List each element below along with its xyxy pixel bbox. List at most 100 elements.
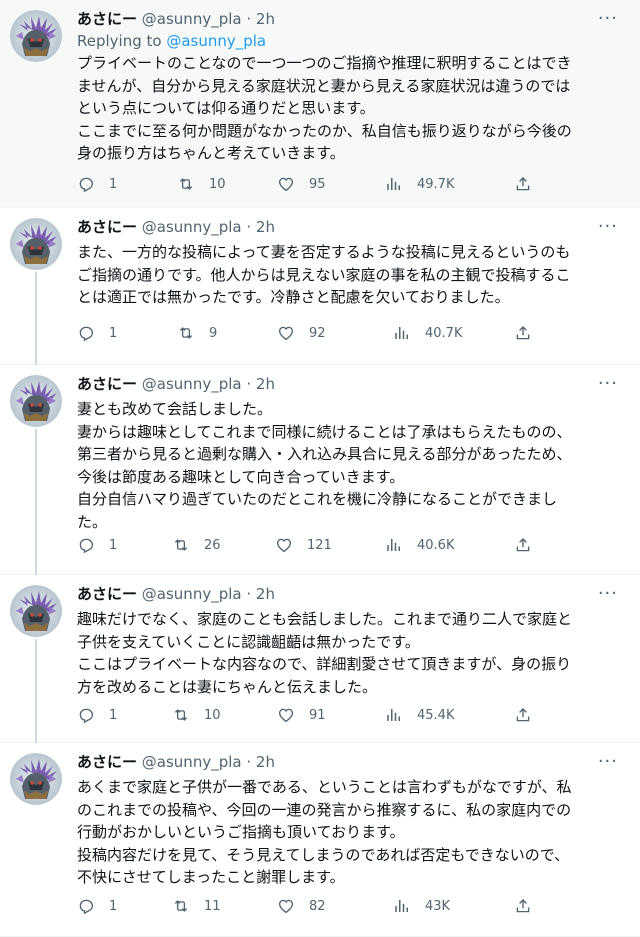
retweet-button[interactable]: 26: [172, 536, 221, 554]
views-icon: [395, 327, 408, 339]
retweet-button[interactable]: 11: [172, 897, 221, 915]
tweet[interactable]: あさにー @asunny_pla · 2h ··· 趣味だけでなく、家庭のことも…: [0, 575, 640, 743]
handle[interactable]: @asunny_pla: [142, 753, 242, 771]
views-button[interactable]: 45.4K: [385, 706, 454, 724]
views-button[interactable]: 40.7K: [393, 324, 462, 342]
view-count: 43K: [425, 898, 451, 914]
text-line: 身の振り方はちゃんと考えていきます。: [77, 144, 345, 162]
avatar[interactable]: [10, 10, 62, 62]
reply-button[interactable]: 1: [77, 897, 117, 915]
view-count: 49.7K: [417, 176, 455, 192]
timestamp[interactable]: · 2h: [246, 585, 275, 603]
reply-button[interactable]: 1: [77, 175, 117, 193]
timestamp[interactable]: · 2h: [246, 375, 275, 393]
views-button[interactable]: 43K: [393, 897, 450, 915]
reply-button[interactable]: 1: [77, 706, 117, 724]
retweet-icon: [179, 178, 193, 190]
avatar[interactable]: [10, 753, 62, 805]
tweet[interactable]: あさにー @asunny_pla · 2h ··· また、一方的な投稿によって妻…: [0, 208, 640, 365]
handle[interactable]: @asunny_pla: [142, 375, 242, 393]
like-count: 91: [309, 707, 326, 723]
text-line: た。: [77, 512, 108, 531]
like-button[interactable]: 121: [275, 536, 332, 554]
text-line: また、一方的な投稿によって妻を否定するような投稿に見えるというのも: [77, 243, 571, 261]
like-button[interactable]: 82: [277, 897, 326, 915]
more-icon[interactable]: ···: [598, 373, 618, 395]
retweet-icon: [179, 327, 193, 339]
text-line: 趣味だけでなく、家庭のことも会話しました。これまで通り二人で家庭と: [77, 610, 573, 628]
text-line: のこれまでの投稿や、今回の一連の発言から推察するに、私の家庭内での: [77, 800, 572, 819]
text-line: ませんが、自分から見える家庭状況と妻から見える家庭状況は違うのでは: [77, 76, 571, 95]
replying-to: Replying to @asunny_pla: [77, 32, 267, 50]
tweet-actions: 1 10 95 49.7K: [77, 175, 630, 197]
timestamp[interactable]: · 2h: [246, 218, 275, 236]
retweet-count: 11: [204, 898, 221, 914]
like-button[interactable]: 91: [277, 706, 326, 724]
display-name[interactable]: あさにー: [77, 375, 137, 393]
reply-count: 1: [109, 325, 118, 341]
views-button[interactable]: 49.7K: [385, 175, 454, 193]
avatar[interactable]: [10, 585, 62, 637]
avatar[interactable]: [10, 375, 62, 427]
share-button[interactable]: [514, 175, 532, 193]
text-line: あくまで家庭と子供が一番である、ということは言わずもがなですが、私: [77, 778, 572, 796]
share-button[interactable]: [514, 536, 532, 554]
reply-icon: [79, 326, 94, 342]
like-count: 121: [307, 537, 332, 553]
text-line: 子供を支えていくことに認識齟齬は無かったです。: [77, 632, 420, 651]
retweet-count: 10: [204, 707, 221, 723]
handle[interactable]: @asunny_pla: [142, 10, 242, 28]
tweet[interactable]: あさにー @asunny_pla · 2h ··· Replying to @a…: [0, 0, 640, 208]
share-button[interactable]: [514, 324, 532, 342]
reply-icon: [79, 177, 94, 193]
display-name[interactable]: あさにー: [77, 10, 137, 28]
retweet-icon: [174, 900, 188, 912]
avatar-image: [10, 375, 62, 427]
thread-connector: [35, 272, 37, 365]
more-icon[interactable]: ···: [598, 216, 618, 238]
timestamp[interactable]: · 2h: [246, 10, 275, 28]
reply-button[interactable]: 1: [77, 324, 117, 342]
reply-icon: [79, 708, 94, 724]
retweet-button[interactable]: 10: [177, 175, 226, 193]
text-line: 妻とも改めて会話しました。: [77, 400, 273, 418]
handle[interactable]: @asunny_pla: [142, 218, 242, 236]
retweet-button[interactable]: 10: [172, 706, 221, 724]
more-icon[interactable]: ···: [598, 583, 618, 605]
views-button[interactable]: 40.6K: [385, 536, 454, 554]
like-button[interactable]: 95: [277, 175, 326, 193]
text-line: ここまでに至る何か問題がなかったのか、私自信も振り返りながら今後の: [77, 121, 572, 140]
display-name[interactable]: あさにー: [77, 585, 137, 603]
tweet-text: 妻とも改めて会話しました。 妻からは趣味としてこれまで同様に続けることは了承はも…: [77, 398, 630, 533]
tweet-text: 趣味だけでなく、家庭のことも会話しました。これまで通り二人で家庭と 子供を支えて…: [77, 608, 630, 698]
avatar[interactable]: [10, 218, 62, 270]
reply-to-link[interactable]: @asunny_pla: [166, 32, 266, 50]
more-icon[interactable]: ···: [598, 8, 618, 30]
share-icon: [516, 326, 530, 340]
like-count: 82: [309, 898, 326, 914]
tweet[interactable]: あさにー @asunny_pla · 2h ··· 妻とも改めて会話しました。 …: [0, 365, 640, 575]
retweet-count: 10: [209, 176, 226, 192]
retweet-count: 9: [209, 325, 218, 341]
view-count: 40.6K: [417, 537, 455, 553]
retweet-icon: [174, 709, 188, 721]
share-button[interactable]: [514, 706, 532, 724]
share-button[interactable]: [514, 897, 532, 915]
timestamp[interactable]: · 2h: [246, 753, 275, 771]
handle[interactable]: @asunny_pla: [142, 585, 242, 603]
reply-button[interactable]: 1: [77, 536, 117, 554]
tweet[interactable]: あさにー @asunny_pla · 2h ··· あくまで家庭と子供が一番であ…: [0, 743, 640, 937]
more-icon[interactable]: ···: [598, 751, 618, 773]
tweet-actions: 1 9 92 40.7K: [77, 324, 630, 346]
like-button[interactable]: 92: [277, 324, 326, 342]
reply-icon: [79, 899, 94, 915]
retweet-button[interactable]: 9: [177, 324, 217, 342]
reply-count: 1: [109, 898, 118, 914]
display-name[interactable]: あさにー: [77, 753, 137, 771]
display-name[interactable]: あさにー: [77, 218, 137, 236]
text-line: 不快にさせてしまったこと謝罪します。: [77, 868, 345, 886]
heart-icon: [278, 177, 294, 192]
heart-icon: [278, 708, 294, 723]
retweet-icon: [174, 539, 188, 551]
views-icon: [395, 900, 408, 912]
